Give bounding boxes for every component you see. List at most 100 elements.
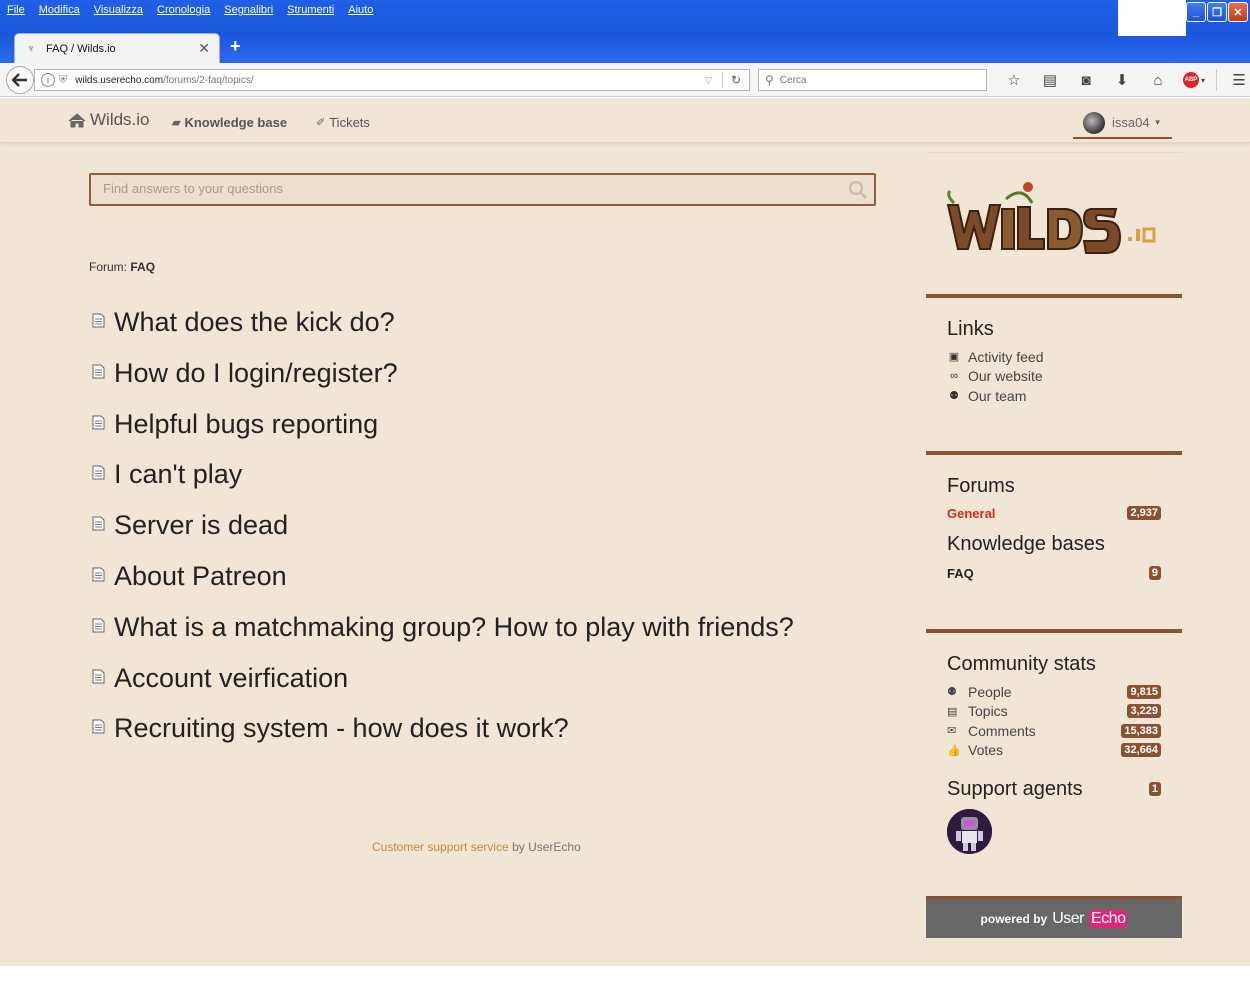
download-icon[interactable]: ⬇: [1104, 69, 1140, 91]
topic-item[interactable]: What is a matchmaking group? How to play…: [89, 609, 794, 660]
link-icon: ∞: [950, 370, 958, 383]
topic-title-link[interactable]: Server is dead: [114, 507, 288, 543]
topics-icon: ▤: [947, 705, 958, 718]
shield-icon[interactable]: ⛨: [59, 74, 67, 87]
stat-topics-label: Topics: [968, 703, 1008, 720]
adblock-icon[interactable]: ABP ▾: [1176, 69, 1212, 91]
topic-item[interactable]: How do I login/register?: [89, 355, 794, 406]
topic-title-link[interactable]: Account veirfication: [114, 660, 348, 696]
close-tab-icon[interactable]: ✕: [198, 40, 210, 57]
tab-favicon-icon: ♆: [26, 42, 36, 55]
user-menu[interactable]: issa04 ▼: [1073, 108, 1172, 139]
ticket-icon: ✐: [316, 117, 326, 129]
support-agents-header: Support agents 1: [947, 776, 1161, 802]
stat-people-label: People: [968, 683, 1012, 700]
stat-topics-count: 3,229: [1127, 704, 1161, 719]
topic-item[interactable]: Helpful bugs reporting: [89, 406, 794, 457]
document-icon: [92, 465, 105, 480]
restore-button[interactable]: ❐: [1207, 2, 1227, 22]
topic-title-link[interactable]: How do I login/register?: [114, 355, 398, 391]
site-logo[interactable]: [926, 152, 1182, 294]
breadcrumb-prefix: Forum:: [89, 260, 128, 274]
topic-item[interactable]: What does the kick do?: [89, 304, 794, 355]
support-agents-count: 1: [1148, 782, 1161, 796]
topic-item[interactable]: I can't play: [89, 456, 794, 507]
support-agent-avatar[interactable]: [947, 809, 992, 854]
stat-people-count: 9,815: [1127, 684, 1161, 699]
reload-icon[interactable]: ↻: [731, 73, 741, 87]
menu-file[interactable]: File: [0, 2, 32, 20]
menu-strumenti[interactable]: Strumenti: [280, 2, 341, 20]
address-bar[interactable]: i ⛨ wilds.userecho.com/forums/2-faq/topi…: [34, 69, 750, 91]
kb-search-input[interactable]: [103, 181, 823, 196]
document-icon: [92, 669, 105, 684]
reading-list-icon[interactable]: ▤: [1032, 69, 1068, 91]
menu-segnalibri[interactable]: Segnalibri: [217, 2, 280, 20]
menu-cronologia[interactable]: Cronologia: [150, 2, 217, 20]
forum-general-label: General: [947, 505, 996, 521]
url-dropdown-icon[interactable]: ▽: [705, 75, 712, 86]
topic-item[interactable]: About Patreon: [89, 558, 794, 609]
menu-aiuto[interactable]: Aiuto: [341, 2, 380, 20]
link-our-team[interactable]: ⚉ Our team: [947, 386, 1182, 406]
back-button[interactable]: [6, 66, 34, 94]
topic-title-link[interactable]: Recruiting system - how does it work?: [114, 710, 569, 746]
browser-toolbar: i ⛨ wilds.userecho.com/forums/2-faq/topi…: [0, 63, 1250, 97]
url-text[interactable]: wilds.userecho.com/forums/2-faq/topics/: [75, 75, 705, 86]
document-icon: [92, 313, 105, 328]
nav-tickets[interactable]: ✐ Tickets: [316, 115, 370, 130]
url-separator: [721, 72, 723, 88]
topic-item[interactable]: Recruiting system - how does it work?: [89, 710, 794, 761]
votes-icon: 👍: [947, 744, 961, 757]
home-icon[interactable]: ⌂: [1140, 69, 1176, 91]
topic-title-link[interactable]: About Patreon: [114, 558, 287, 594]
document-icon: [92, 618, 105, 633]
document-icon: [92, 567, 105, 582]
kb-search-box[interactable]: [89, 173, 876, 206]
browser-search-input[interactable]: [779, 74, 970, 86]
rss-icon: ▣: [948, 351, 960, 364]
menu-visualizza[interactable]: Visualizza: [87, 2, 150, 20]
stat-topics: ▤ Topics 3,229: [947, 702, 1161, 722]
search-icon[interactable]: [848, 180, 868, 200]
close-window-button[interactable]: ✕: [1228, 2, 1248, 22]
forums-section: Forums General 2,937 Knowledge bases FAQ…: [926, 451, 1182, 627]
page-footer: Customer support service by UserEcho: [372, 840, 581, 854]
browser-titlebar: File Modifica Visualizza Cronologia Segn…: [0, 0, 1250, 66]
brand-link[interactable]: Wilds.io: [68, 110, 150, 130]
hamburger-menu-icon[interactable]: ☰: [1221, 69, 1250, 91]
link-activity-feed[interactable]: ▣ Activity feed: [947, 347, 1182, 367]
url-host: wilds.userecho.com: [75, 74, 164, 86]
nav-knowledge-base[interactable]: ▰ Knowledge base: [172, 115, 287, 130]
url-path: /forums/2-faq/topics/: [163, 74, 254, 86]
topic-item[interactable]: Account veirfication: [89, 660, 794, 711]
brand-name: Wilds.io: [90, 110, 150, 129]
toolbar-icons: ☆ ▤ ◙ ⬇ ⌂ ABP ▾ ☰: [996, 69, 1250, 91]
document-icon: [92, 719, 105, 734]
topic-title-link[interactable]: I can't play: [114, 456, 242, 492]
browser-tab[interactable]: ♆ FAQ / Wilds.io ✕: [14, 33, 220, 63]
minimize-button[interactable]: _: [1186, 2, 1206, 22]
stat-votes: 👍 Votes 32,664: [947, 741, 1161, 761]
stat-comments: ✉ Comments 15,383: [947, 721, 1161, 741]
powered-by-userecho[interactable]: powered by User Echo: [926, 896, 1182, 938]
kb-faq[interactable]: FAQ 9: [947, 563, 1161, 583]
topic-title-link[interactable]: What does the kick do?: [114, 304, 395, 340]
link-our-website[interactable]: ∞ Our website: [947, 367, 1182, 387]
new-tab-button[interactable]: +: [230, 36, 241, 57]
topic-title-link[interactable]: Helpful bugs reporting: [114, 406, 378, 442]
community-stats-section: Community stats ⚉ People 9,815 ▤ Topics 3,…: [926, 629, 1182, 889]
menu-modifica[interactable]: Modifica: [32, 2, 87, 20]
pocket-icon[interactable]: ◙: [1068, 69, 1104, 91]
topic-title-link[interactable]: What is a matchmaking group? How to play…: [114, 609, 794, 645]
powered-by-text: powered by: [980, 911, 1048, 926]
forum-general[interactable]: General 2,937: [947, 503, 1161, 523]
topic-item[interactable]: Server is dead: [89, 507, 794, 558]
community-stats-title: Community stats: [947, 653, 1096, 675]
bookmark-star-icon[interactable]: ☆: [996, 69, 1032, 91]
info-icon[interactable]: i: [41, 73, 55, 87]
browser-search-bar[interactable]: ⚲: [758, 69, 987, 91]
breadcrumb-forum-link[interactable]: FAQ: [130, 260, 155, 274]
footer-support-link[interactable]: Customer support service: [372, 840, 509, 854]
toolbar-separator: [1216, 69, 1217, 91]
